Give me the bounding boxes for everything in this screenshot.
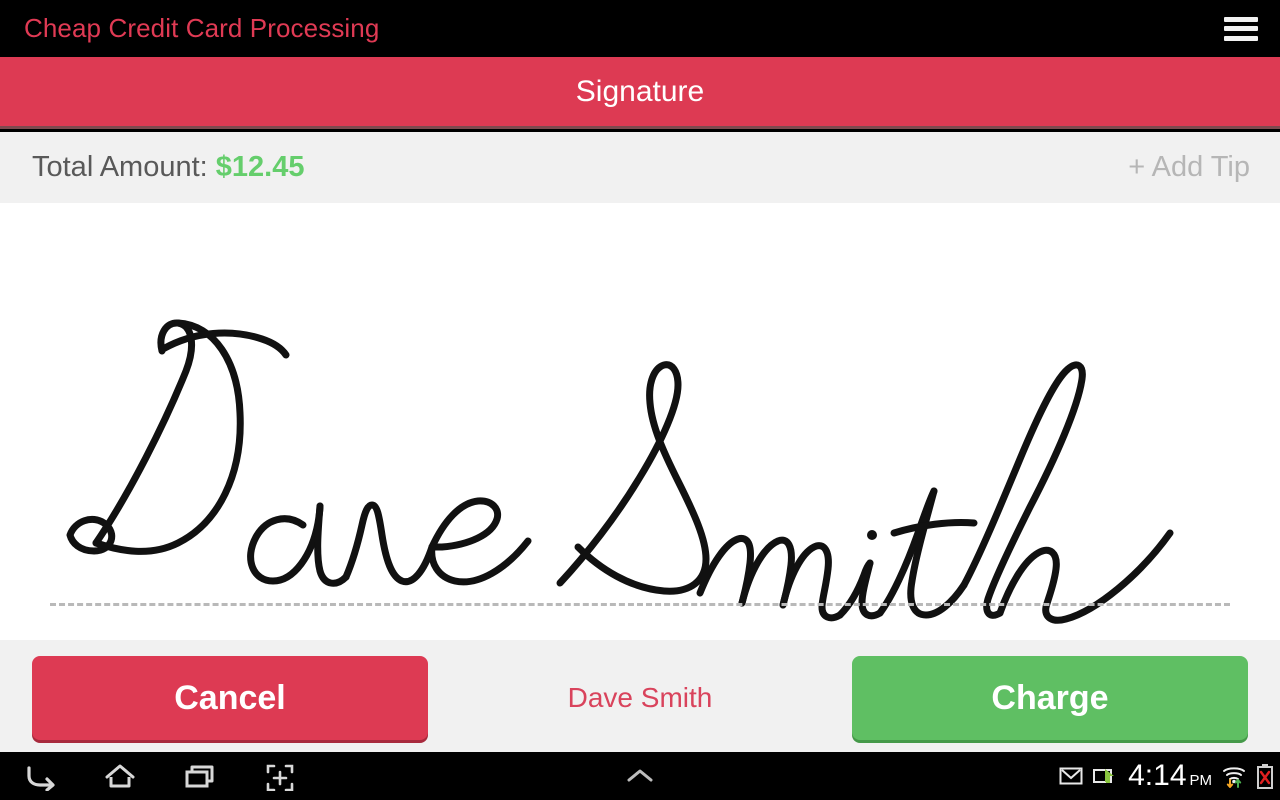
charge-button[interactable]: Charge (852, 656, 1248, 740)
chevron-up-icon[interactable] (600, 752, 680, 800)
status-icons-group: 4:14 PM (1059, 752, 1274, 800)
total-amount-value: $12.45 (215, 151, 305, 183)
total-amount-group: Total Amount: $12.45 (32, 151, 304, 184)
screen-title: Signature (575, 74, 705, 108)
add-tip-button[interactable]: + Add Tip (1128, 151, 1250, 184)
hamburger-bar-1 (1224, 16, 1258, 22)
signer-name-label: Dave Smith (567, 682, 713, 713)
screen-title-bar: Signature (0, 57, 1280, 129)
total-amount-bar: Total Amount: $12.45 + Add Tip (0, 132, 1280, 203)
clock-time: 4:14 (1128, 759, 1187, 792)
cancel-button[interactable]: Cancel (32, 656, 428, 740)
screenshot-icon[interactable] (240, 752, 320, 800)
clock-ampm: PM (1189, 772, 1213, 789)
hamburger-bar-3 (1224, 35, 1258, 41)
back-icon[interactable] (0, 752, 80, 800)
home-icon[interactable] (80, 752, 160, 800)
total-amount-label: Total Amount: (32, 151, 208, 183)
battery-error-icon[interactable] (1256, 763, 1274, 789)
page-title: Cheap Credit Card Processing (24, 13, 380, 43)
signature-canvas[interactable] (0, 203, 1280, 640)
hamburger-menu-icon[interactable] (1224, 16, 1258, 41)
status-clock: 4:14 PM (1128, 761, 1212, 791)
signature-ink (66, 319, 1174, 624)
gmail-icon[interactable] (1059, 766, 1083, 786)
screen-share-icon[interactable] (1092, 766, 1119, 786)
recents-icon[interactable] (160, 752, 240, 800)
system-navigation-bar: 4:14 PM (0, 752, 1280, 800)
hamburger-bar-2 (1224, 26, 1258, 31)
app-header-bar: Cheap Credit Card Processing (0, 0, 1280, 57)
signature-baseline (50, 603, 1230, 606)
nav-buttons-group (0, 752, 320, 800)
wifi-transfer-icon[interactable] (1221, 763, 1247, 789)
app-root: Cheap Credit Card Processing Signature T… (0, 0, 1280, 800)
